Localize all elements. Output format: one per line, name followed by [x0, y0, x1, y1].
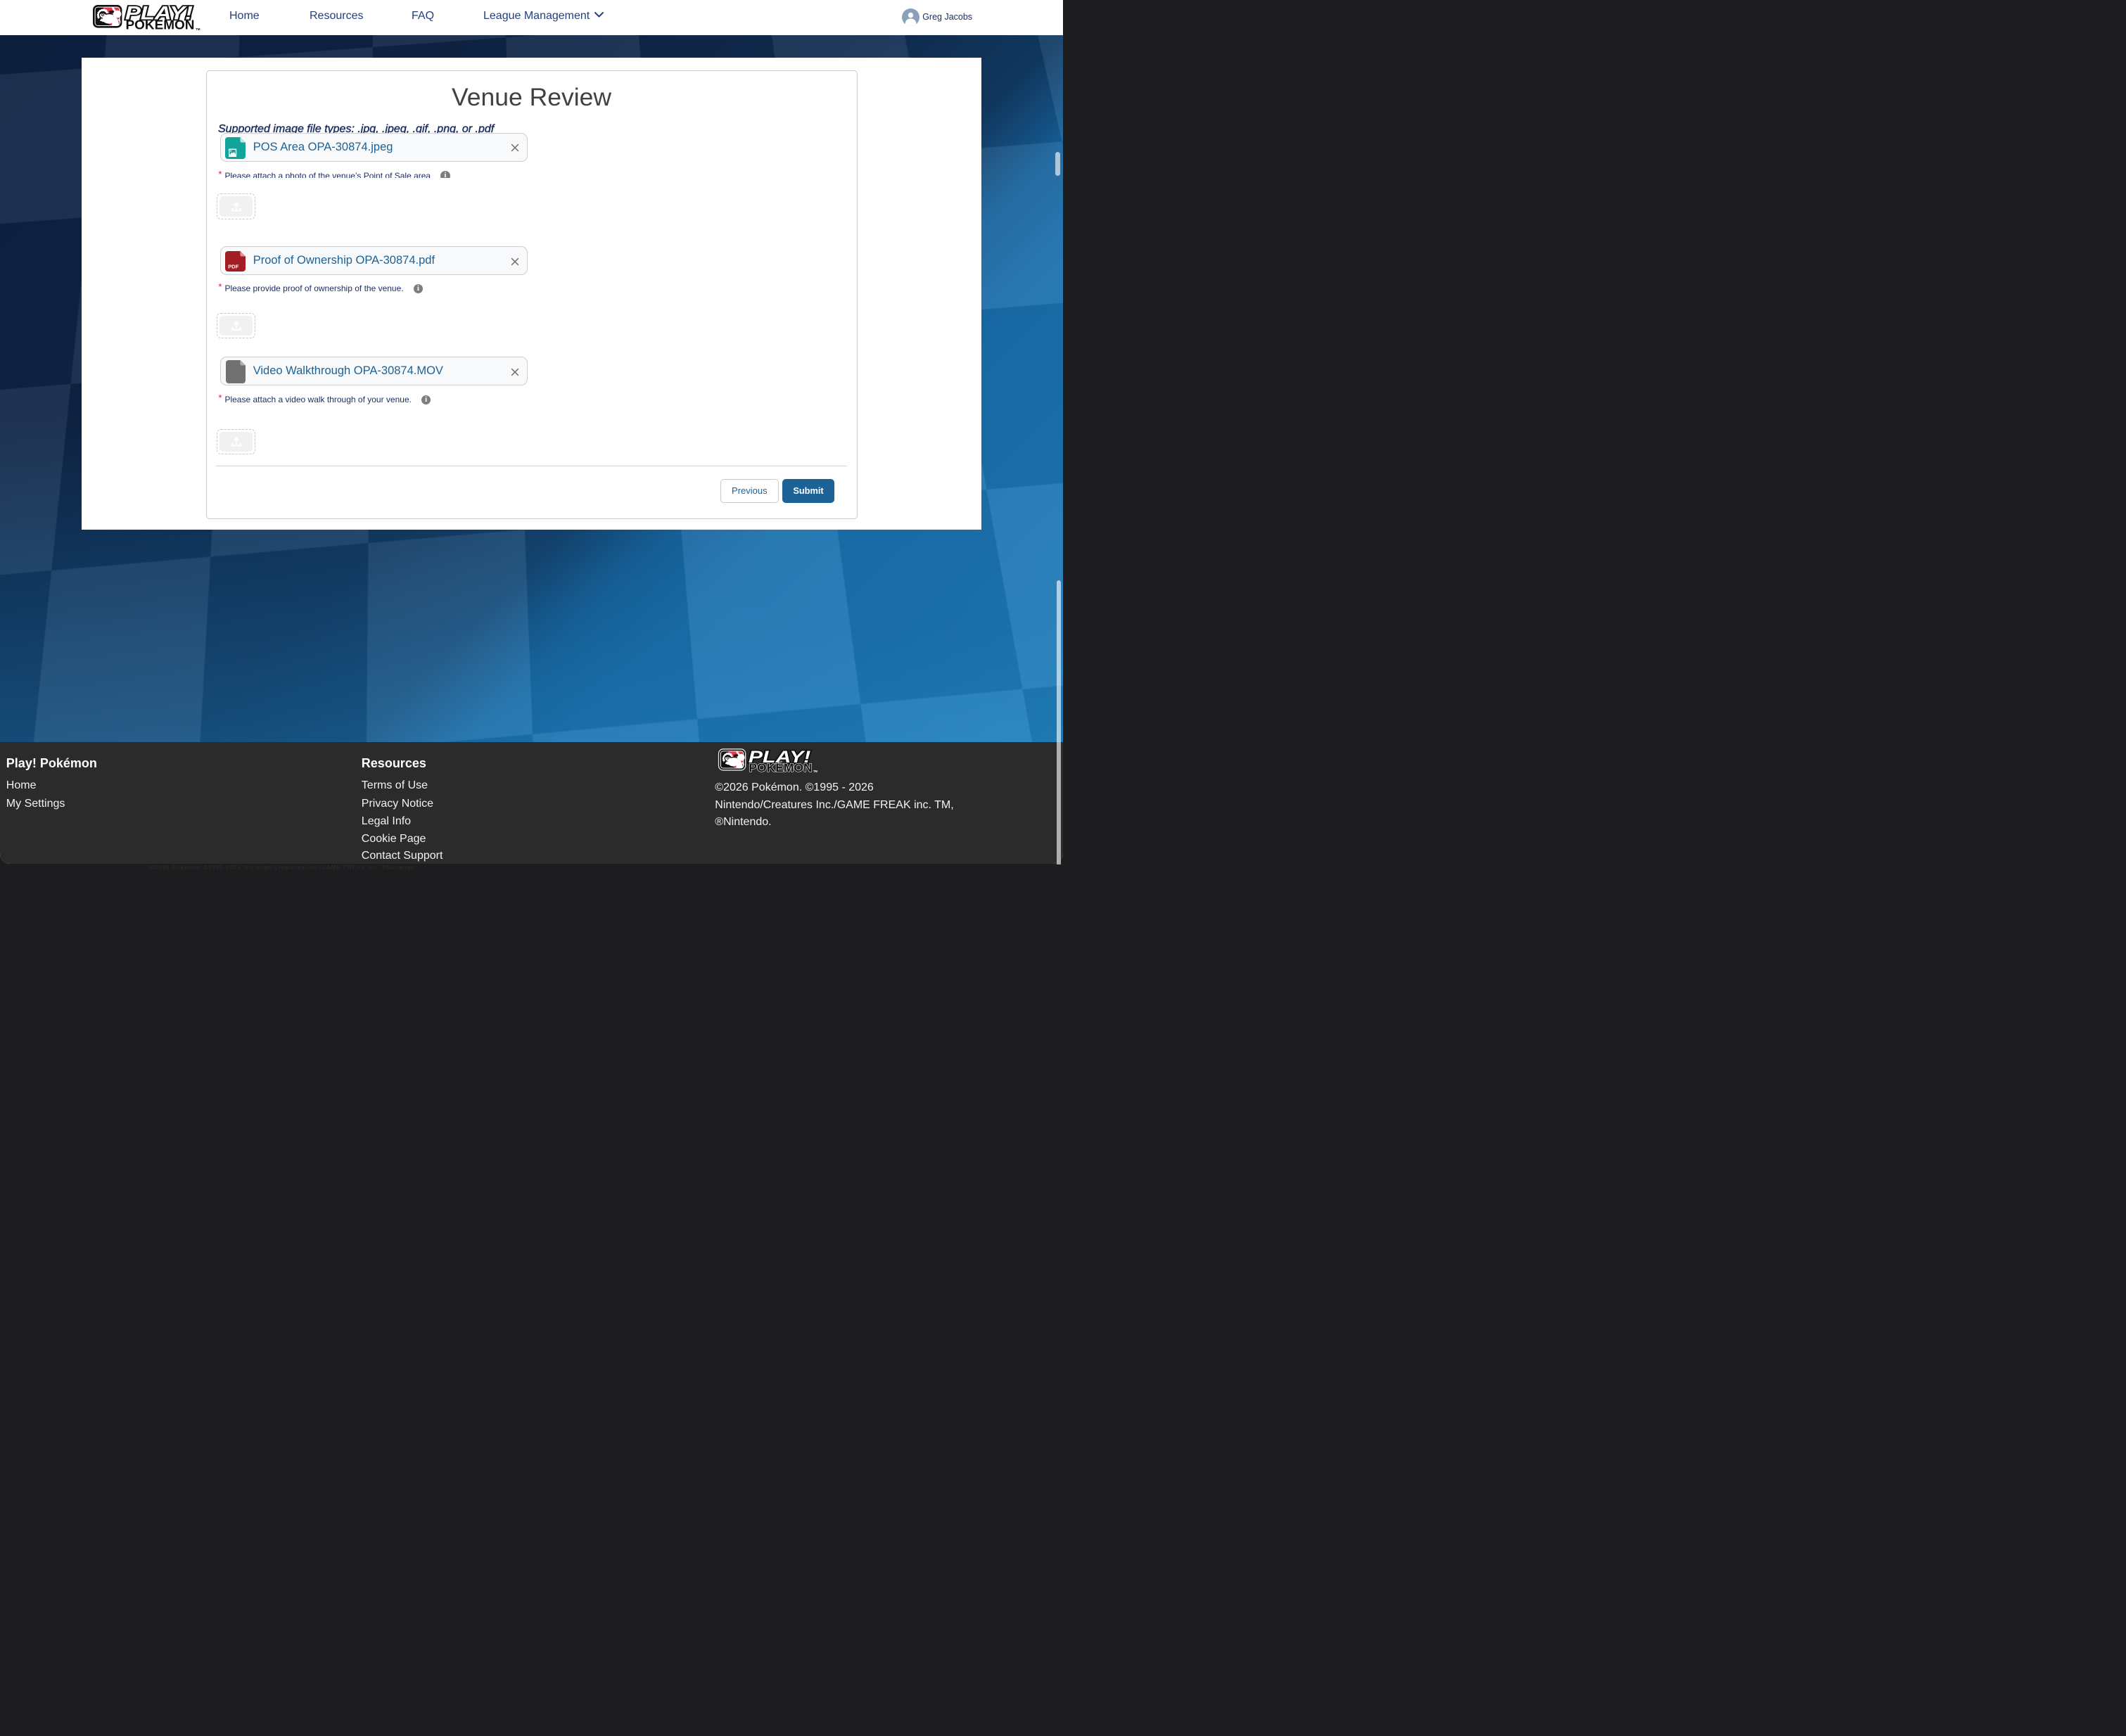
svg-text:PDF: PDF	[228, 264, 239, 270]
svg-text:TM: TM	[813, 770, 818, 773]
svg-text:POKÉMON: POKÉMON	[126, 18, 195, 31]
svg-text:POKÉMON: POKÉMON	[749, 761, 812, 773]
svg-text:TM: TM	[196, 27, 200, 31]
